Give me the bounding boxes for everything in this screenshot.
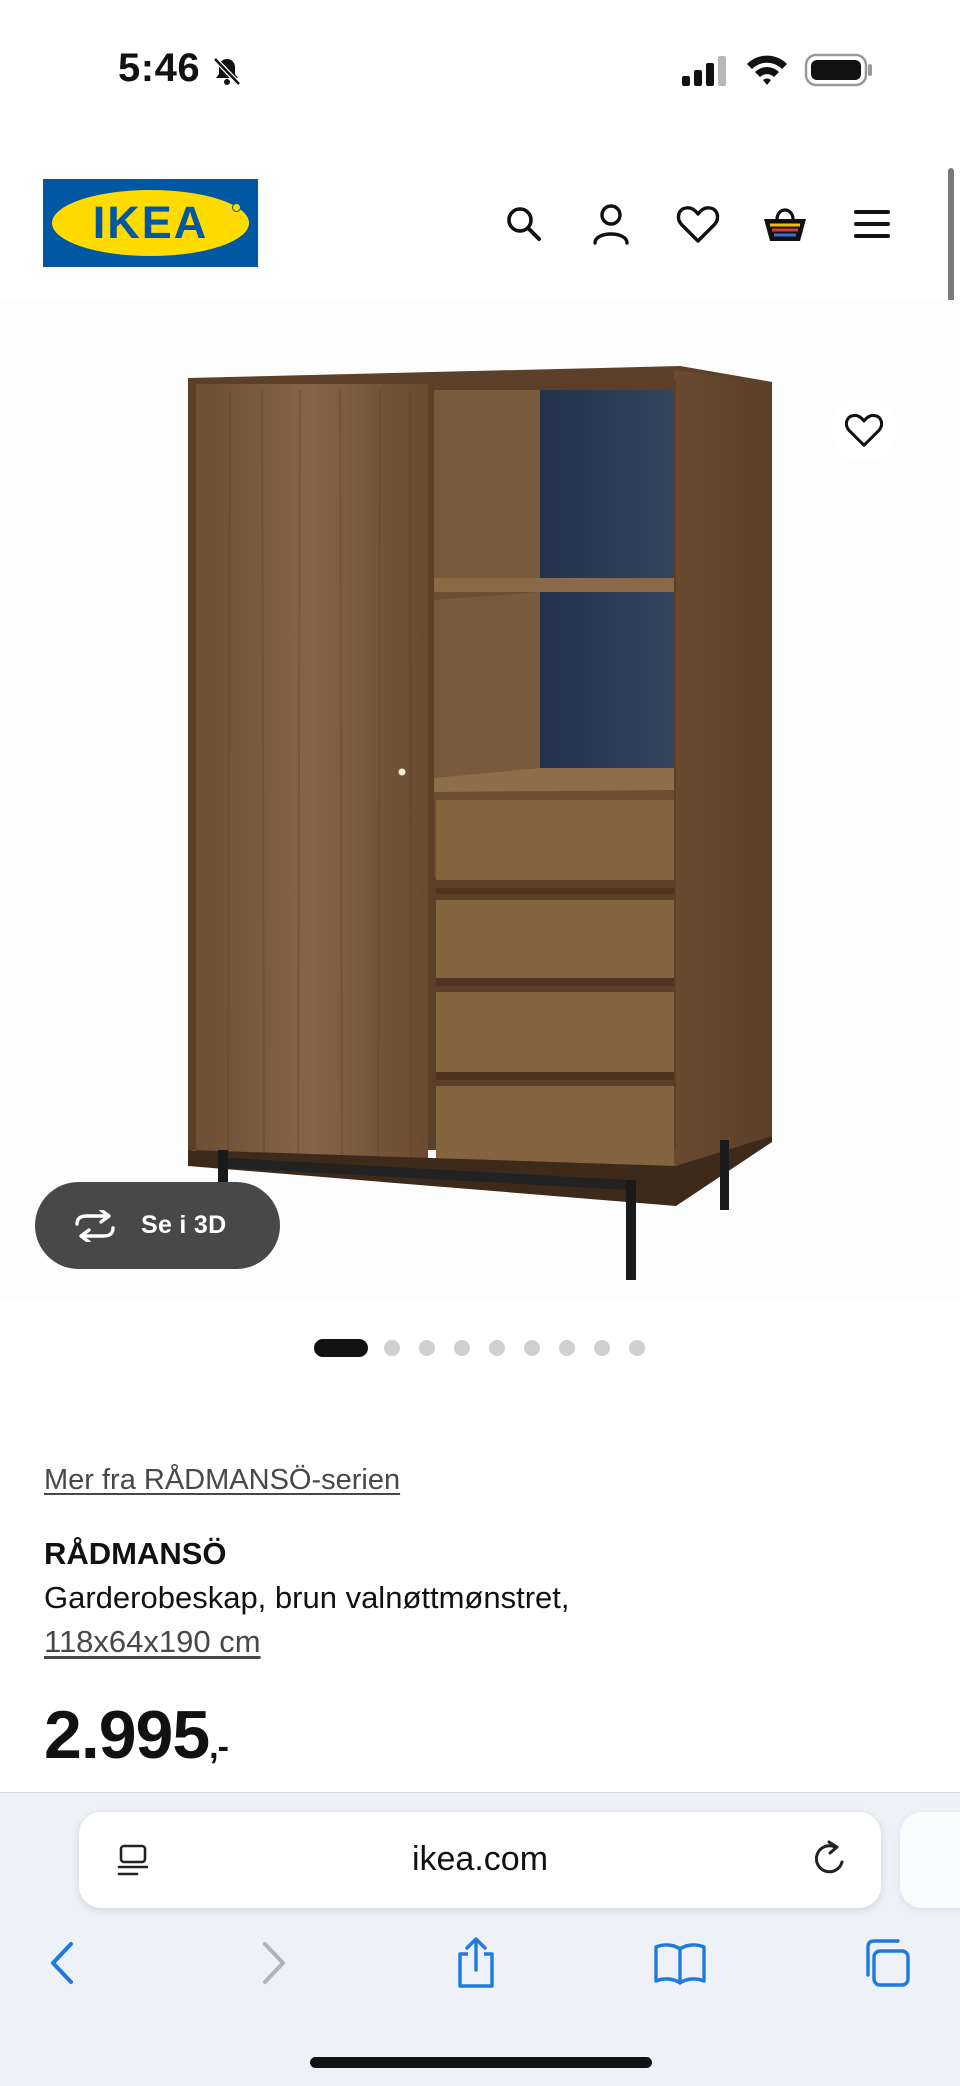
product-description: Garderobeskap, brun valnøttmønstret, xyxy=(44,1580,570,1615)
site-header: IKEA xyxy=(0,170,960,280)
carousel-dot[interactable] xyxy=(419,1340,435,1356)
carousel-dot[interactable] xyxy=(524,1340,540,1356)
back-button[interactable] xyxy=(32,1933,92,1993)
share-button[interactable] xyxy=(446,1933,506,1993)
favorite-button[interactable] xyxy=(832,398,896,462)
chevron-right-icon xyxy=(263,1942,285,1984)
tabs-button[interactable] xyxy=(856,1933,916,1993)
image-carousel-dots xyxy=(0,1338,960,1358)
carousel-dot[interactable] xyxy=(594,1340,610,1356)
product-price: 2.995,- xyxy=(44,1696,229,1774)
logo-text: IKEA xyxy=(92,197,209,248)
price-suffix: ,- xyxy=(209,1728,229,1766)
heart-icon[interactable] xyxy=(672,198,724,250)
price-main: 2.995 xyxy=(44,1697,210,1773)
status-bar: 5:46 xyxy=(0,0,960,140)
search-icon[interactable] xyxy=(498,198,550,250)
product-name: RÅDMANSÖ xyxy=(44,1536,227,1571)
bell-off-icon xyxy=(213,57,241,86)
address-bar[interactable]: ikea.com xyxy=(79,1812,881,1908)
home-indicator xyxy=(310,2057,652,2068)
forward-button[interactable] xyxy=(244,1933,304,1993)
tabs-icon xyxy=(866,1939,910,1987)
menu-icon[interactable] xyxy=(846,198,898,250)
battery-icon xyxy=(804,53,872,87)
cellular-signal-icon xyxy=(682,56,726,86)
bookmarks-button[interactable] xyxy=(650,1933,710,1993)
view-in-3d-label: Se i 3D xyxy=(141,1211,227,1239)
book-icon xyxy=(654,1943,706,1985)
next-tab-preview[interactable] xyxy=(900,1812,960,1908)
reload-icon[interactable] xyxy=(809,1838,851,1880)
heart-outline-icon xyxy=(844,413,884,447)
chevron-left-icon xyxy=(51,1942,73,1984)
account-icon[interactable] xyxy=(585,198,637,250)
carousel-dot[interactable] xyxy=(559,1340,575,1356)
series-link[interactable]: Mer fra RÅDMANSÖ-serien xyxy=(44,1464,400,1497)
wifi-icon xyxy=(747,55,787,85)
product-size-link[interactable]: 118x64x190 cm xyxy=(44,1624,261,1660)
carousel-dot[interactable] xyxy=(629,1340,645,1356)
status-time: 5:46 xyxy=(118,46,201,90)
ikea-logo[interactable]: IKEA xyxy=(43,179,258,267)
wardrobe-image xyxy=(188,366,772,1280)
carousel-dot[interactable] xyxy=(454,1340,470,1356)
browser-toolbar: ikea.com xyxy=(0,1792,960,2086)
url-text: ikea.com xyxy=(411,1840,549,1878)
carousel-dot-active[interactable] xyxy=(314,1339,368,1357)
basket-icon[interactable] xyxy=(759,198,811,250)
rotate-3d-icon xyxy=(75,1209,115,1242)
carousel-dot[interactable] xyxy=(384,1340,400,1356)
view-in-3d-button[interactable]: Se i 3D xyxy=(35,1182,280,1269)
share-icon xyxy=(458,1937,494,1988)
carousel-dot[interactable] xyxy=(489,1340,505,1356)
product-image[interactable] xyxy=(0,300,960,1300)
registered-mark xyxy=(232,203,241,212)
